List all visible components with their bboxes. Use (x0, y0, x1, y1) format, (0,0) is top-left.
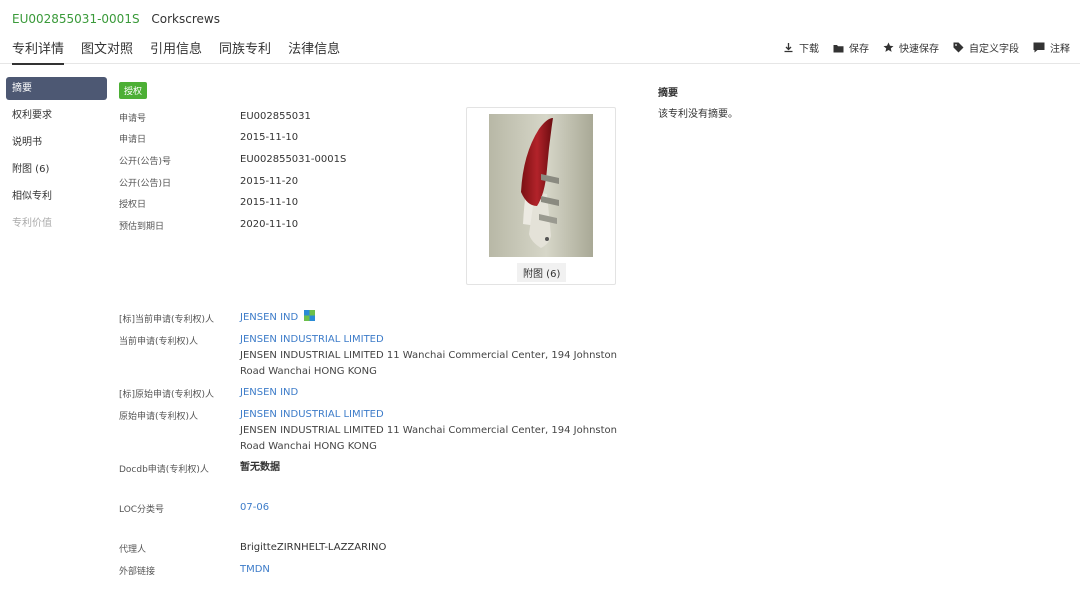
current-applicant-label: 当前申请(专利权)人 (119, 337, 199, 347)
tab-patent-details[interactable]: 专利详情 (12, 38, 65, 65)
sidebar-item-similar[interactable]: 相似专利 (6, 185, 107, 212)
std-original-applicant-label: [标]原始申请(专利权)人 (119, 390, 215, 400)
loc-class-link[interactable]: 07-06 (240, 500, 269, 516)
std-original-applicant: JENSEN IND (240, 385, 298, 401)
original-applicant-address-2: Road Wanchai HONG KONG (240, 441, 377, 452)
pub-no-label: 公开(公告)号 (119, 157, 172, 167)
std-current-applicant: JENSEN IND (240, 310, 316, 326)
download-button[interactable]: 下载 (783, 40, 819, 55)
detail-tabs: 专利详情 图文对照 引用信息 同族专利 法律信息 (12, 38, 357, 65)
docdb-applicant-value: 暂无数据 (240, 462, 280, 473)
agent-value: BrigitteZIRNHELT-LAZZARINO (240, 542, 387, 553)
app-no-value: EU002855031 (240, 111, 311, 122)
pub-date-value: 2015-11-20 (240, 176, 299, 187)
sidebar-item-claims[interactable]: 权利要求 (6, 104, 107, 131)
expiry-value: 2020-11-10 (240, 219, 299, 230)
current-applicant-address-1: JENSEN INDUSTRIAL LIMITED 11 Wanchai Com… (240, 350, 618, 361)
original-applicant: JENSEN INDUSTRIAL LIMITED JENSEN INDUSTR… (240, 407, 617, 455)
app-no-label: 申请号 (119, 114, 147, 124)
comment-button[interactable]: 注释 (1033, 40, 1070, 55)
save-button[interactable]: 保存 (833, 40, 869, 55)
figure-thumbnail[interactable]: 附图 (6) (466, 107, 616, 285)
quick-save-label: 快速保存 (899, 44, 939, 55)
sidebar-item-abstract[interactable]: 摘要 (6, 77, 107, 100)
company-logo-icon[interactable] (304, 310, 316, 321)
std-current-applicant-label: [标]当前申请(专利权)人 (119, 315, 215, 325)
download-icon (784, 43, 793, 53)
quick-save-button[interactable]: 快速保存 (883, 40, 939, 55)
current-applicant-link[interactable]: JENSEN INDUSTRIAL LIMITED (240, 332, 617, 348)
original-applicant-address-1: JENSEN INDUSTRIAL LIMITED 11 Wanchai Com… (240, 425, 618, 436)
patent-title: Corkscrews (151, 12, 220, 26)
toolbar: 下载 保存 快速保存 自定义字段 注释 (769, 40, 1070, 55)
publication-number: EU002855031-0001S (12, 12, 140, 26)
sidebar-item-figures[interactable]: 附图 (6) (6, 158, 107, 185)
tab-citation[interactable]: 引用信息 (150, 38, 202, 65)
tab-text-figure[interactable]: 图文对照 (81, 38, 133, 65)
std-original-applicant-link[interactable]: JENSEN IND (240, 387, 298, 398)
grant-date-label: 授权日 (119, 200, 147, 210)
section-sidebar: 摘要 权利要求 说明书 附图 (6) 相似专利 专利价值 (6, 77, 107, 239)
corkscrew-image (489, 114, 593, 257)
abstract-heading: 摘要 (658, 88, 678, 99)
pub-no-value: EU002855031-0001S (240, 154, 347, 165)
tab-family[interactable]: 同族专利 (219, 38, 271, 65)
star-icon (883, 42, 894, 52)
folder-icon (833, 44, 844, 52)
external-link[interactable]: TMDN (240, 562, 270, 578)
comment-label: 注释 (1050, 44, 1070, 55)
figure-caption[interactable]: 附图 (6) (517, 263, 567, 282)
tab-legal[interactable]: 法律信息 (288, 38, 340, 65)
custom-field-label: 自定义字段 (969, 44, 1019, 55)
std-current-applicant-link[interactable]: JENSEN IND (240, 312, 298, 323)
current-applicant-address-2: Road Wanchai HONG KONG (240, 366, 377, 377)
sidebar-item-description[interactable]: 说明书 (6, 131, 107, 158)
abstract-text: 该专利没有摘要。 (658, 109, 738, 120)
status-badge: 授权 (119, 82, 148, 99)
external-link-label: 外部链接 (119, 567, 156, 577)
docdb-applicant-label: Docdb申请(专利权)人 (119, 465, 209, 475)
app-date-value: 2015-11-10 (240, 132, 299, 143)
pub-date-label: 公开(公告)日 (119, 179, 172, 189)
tag-icon (953, 42, 964, 53)
loc-class-label: LOC分类号 (119, 505, 165, 515)
download-label: 下载 (799, 44, 819, 55)
current-applicant: JENSEN INDUSTRIAL LIMITED JENSEN INDUSTR… (240, 332, 617, 380)
custom-field-button[interactable]: 自定义字段 (953, 40, 1019, 55)
original-applicant-link[interactable]: JENSEN INDUSTRIAL LIMITED (240, 407, 617, 423)
grant-date-value: 2015-11-10 (240, 197, 299, 208)
page-header: EU002855031-0001S Corkscrews 专利详情 图文对照 引… (0, 0, 1080, 65)
expiry-label: 预估到期日 (119, 222, 165, 232)
save-label: 保存 (849, 44, 869, 55)
app-date-label: 申请日 (119, 135, 147, 145)
patent-title-row: EU002855031-0001S Corkscrews (12, 12, 220, 26)
comment-icon (1033, 42, 1045, 53)
sidebar-item-value: 专利价值 (12, 218, 52, 229)
agent-label: 代理人 (119, 545, 147, 555)
original-applicant-label: 原始申请(专利权)人 (119, 412, 199, 422)
